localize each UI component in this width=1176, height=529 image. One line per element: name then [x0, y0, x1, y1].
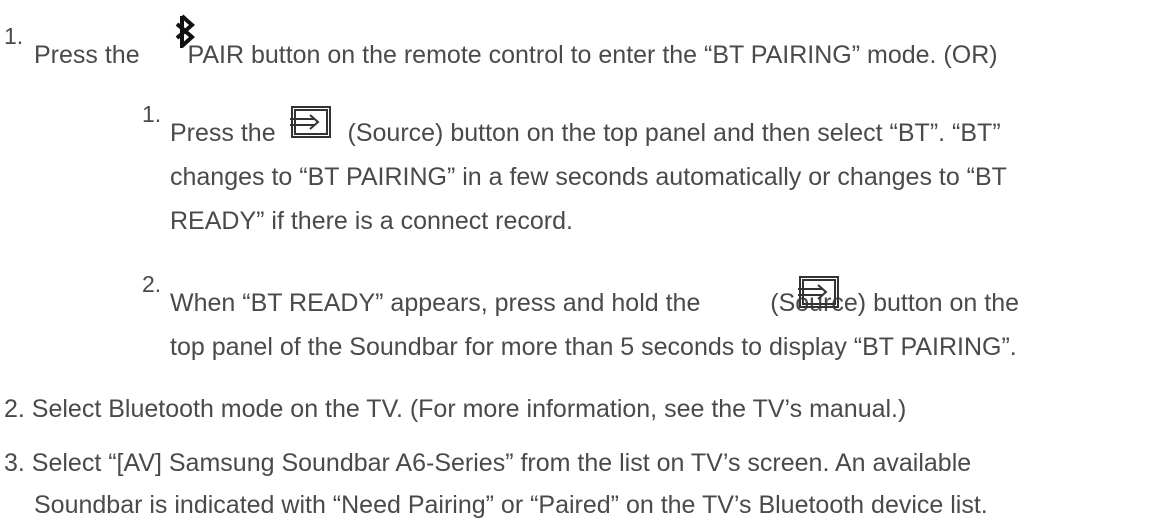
- substep-1-line-3: READY” if there is a connect record.: [170, 207, 573, 235]
- substep-1-prefix: Press the: [170, 119, 276, 147]
- step-1-prefix: Press the: [34, 41, 140, 69]
- step-3-line-1: 3. Select “[AV] Samsung Soundbar A6-Seri…: [4, 449, 972, 477]
- bluetooth-icon: [175, 14, 195, 48]
- substep-1-number: 1.: [142, 101, 162, 127]
- substep-2-prefix: When “BT READY” appears, press and hold …: [170, 289, 701, 317]
- source-icon: [798, 276, 839, 308]
- source-icon: [290, 106, 331, 138]
- step-2-text: 2. Select Bluetooth mode on the TV. (For…: [4, 395, 907, 423]
- step-1-suffix: PAIR button on the remote control to ent…: [187, 41, 998, 69]
- step-3-line-2: Soundbar is indicated with “Need Pairing…: [34, 491, 988, 519]
- substep-2-line-2: top panel of the Soundbar for more than …: [170, 333, 1017, 361]
- substep-2-line-1: When “BT READY” appears, press and hold …: [170, 288, 1019, 318]
- substep-1-line-2: changes to “BT PAIRING” in a few seconds…: [170, 163, 1007, 191]
- step-1-number: 1.: [4, 23, 24, 49]
- substep-1-suffix: (Source) button on the top panel and the…: [347, 119, 1001, 147]
- substep-2-number: 2.: [142, 271, 162, 297]
